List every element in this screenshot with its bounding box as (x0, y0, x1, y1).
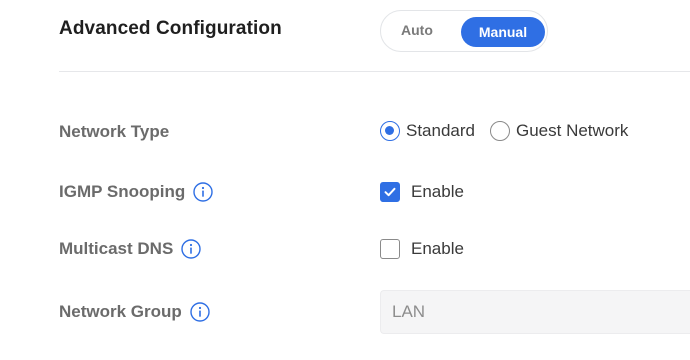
igmp-snooping-enable-label: Enable (411, 182, 464, 201)
multicast-dns-checkbox[interactable] (380, 239, 400, 259)
radio-standard-indicator[interactable] (380, 121, 400, 141)
network-type-label-text: Network Type (59, 122, 170, 141)
radio-standard-label: Standard (406, 121, 475, 140)
radio-guest-network[interactable]: Guest Network (490, 121, 628, 141)
radio-guest-network-indicator[interactable] (490, 121, 510, 141)
igmp-snooping-checkbox[interactable] (380, 182, 400, 202)
network-type-radio-group: Standard Guest Network (380, 121, 628, 141)
mode-manual-option[interactable]: Manual (461, 17, 545, 47)
multicast-dns-label-text: Multicast DNS (59, 239, 174, 258)
multicast-dns-enable[interactable]: Enable (380, 239, 464, 259)
radio-standard[interactable]: Standard (380, 121, 475, 141)
section-title: Advanced Configuration (59, 18, 282, 39)
header-divider (59, 71, 690, 72)
multicast-dns-enable-label: Enable (411, 239, 464, 258)
igmp-snooping-label-text: IGMP Snooping (59, 182, 186, 201)
mode-toggle: Auto Manual (380, 10, 548, 52)
igmp-snooping-label: IGMP Snooping (59, 182, 213, 202)
check-icon (384, 187, 396, 197)
info-icon[interactable] (193, 182, 213, 202)
igmp-snooping-enable[interactable]: Enable (380, 182, 464, 202)
network-group-select[interactable]: LAN (380, 290, 690, 334)
network-group-label: Network Group (59, 302, 210, 322)
radio-guest-network-label: Guest Network (516, 121, 629, 140)
mode-auto-option[interactable]: Auto (401, 22, 433, 38)
network-group-label-text: Network Group (59, 302, 182, 321)
network-type-label: Network Type (59, 122, 169, 142)
info-icon[interactable] (190, 302, 210, 322)
advanced-configuration-panel: Advanced Configuration Auto Manual Netwo… (0, 0, 690, 360)
multicast-dns-label: Multicast DNS (59, 239, 201, 259)
info-icon[interactable] (181, 239, 201, 259)
